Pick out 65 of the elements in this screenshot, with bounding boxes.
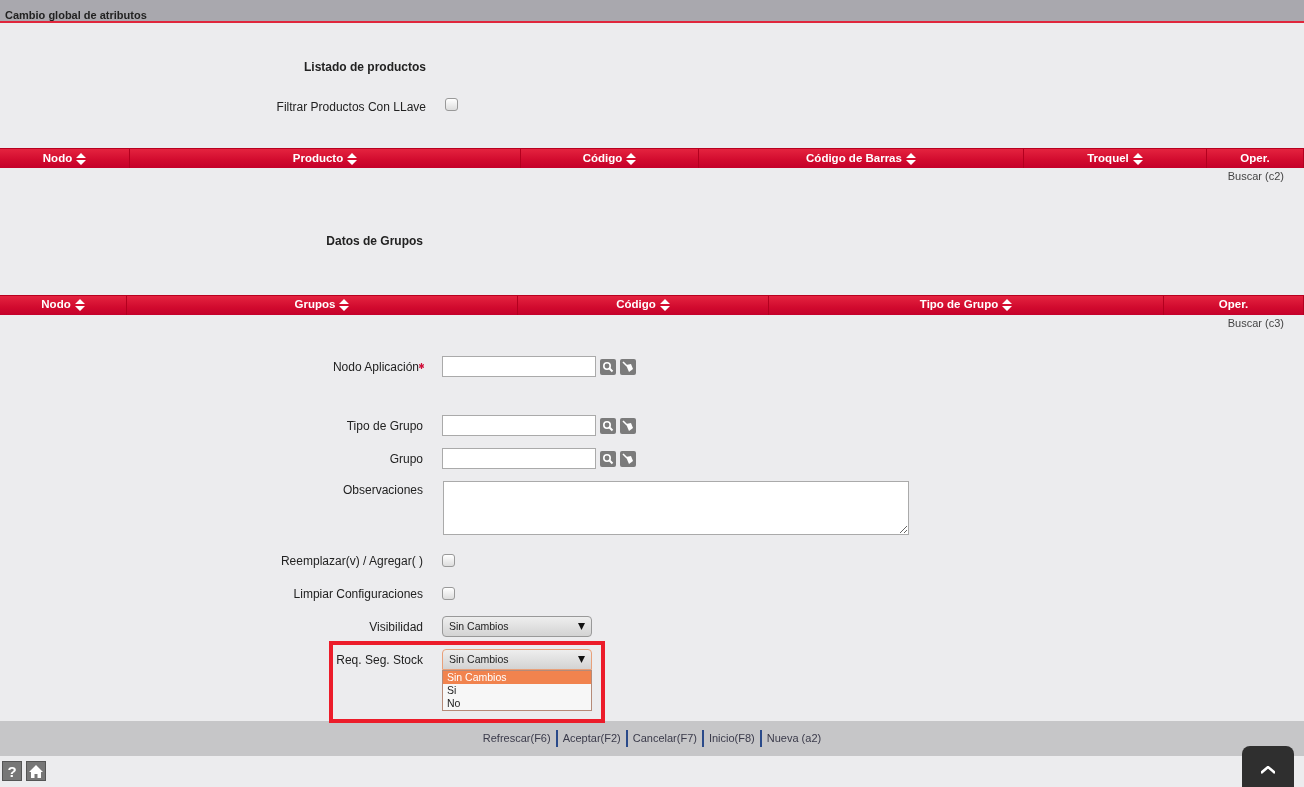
sort-icon[interactable] xyxy=(74,299,85,311)
home-button[interactable] xyxy=(26,761,46,781)
field-label: Grupo xyxy=(389,451,423,466)
column-header[interactable]: Tipo de Grupo xyxy=(919,296,999,314)
field-label: Reemplazar(v) / Agregar( ) xyxy=(280,553,423,568)
action-link[interactable]: Refrescar(F6) xyxy=(477,730,556,747)
help-button[interactable]: ? xyxy=(2,761,22,781)
column-header: Oper. xyxy=(1218,297,1249,313)
column-header[interactable]: Nodo xyxy=(41,296,71,314)
caret-icon xyxy=(578,623,585,630)
column-header[interactable]: Código xyxy=(616,296,656,314)
field-label: Req. Seg. Stock xyxy=(336,652,423,667)
column-header[interactable]: Producto xyxy=(292,149,344,168)
column-header: Oper. xyxy=(1240,150,1270,166)
filter-label: Filtrar Productos Con LLave xyxy=(276,100,426,114)
action-link[interactable]: Nueva (a2) xyxy=(759,730,827,747)
select-value: Sin Cambios xyxy=(449,618,509,634)
search-link[interactable]: Buscar (c3) xyxy=(1227,316,1284,329)
sort-icon[interactable] xyxy=(1002,299,1013,311)
checkbox[interactable] xyxy=(442,554,455,567)
search-icon[interactable] xyxy=(600,417,616,434)
section-heading: Listado de productos xyxy=(304,60,426,74)
search-link[interactable]: Buscar (c2) xyxy=(1227,170,1284,182)
text-field[interactable] xyxy=(442,356,596,377)
column-header[interactable]: Nodo xyxy=(42,149,73,168)
checkbox[interactable] xyxy=(442,587,455,600)
column-header[interactable]: Grupos xyxy=(294,296,336,314)
chevron-up-icon xyxy=(1261,766,1275,774)
text-field[interactable] xyxy=(442,448,596,469)
search-icon[interactable] xyxy=(600,358,616,375)
dropdown-option[interactable]: Si xyxy=(443,684,591,697)
action-link[interactable]: Inicio(F8) xyxy=(701,730,760,747)
column-header[interactable]: Código de Barras xyxy=(806,149,902,168)
scroll-top-button[interactable] xyxy=(1242,746,1294,787)
broom-icon[interactable] xyxy=(620,358,636,375)
broom-icon[interactable] xyxy=(620,450,636,467)
sort-icon[interactable] xyxy=(659,299,670,311)
text-area[interactable] xyxy=(443,481,909,535)
caret-icon xyxy=(578,656,585,663)
sort-icon[interactable] xyxy=(76,152,87,165)
sort-icon[interactable] xyxy=(1132,152,1143,165)
action-link[interactable]: Aceptar(F2) xyxy=(555,730,626,747)
select-dropdown[interactable]: Sin Cambios xyxy=(442,649,592,670)
section-heading: Datos de Grupos xyxy=(326,233,423,248)
select-value: Sin Cambios xyxy=(449,651,509,667)
sort-icon[interactable] xyxy=(339,299,350,311)
broom-icon[interactable] xyxy=(620,417,636,434)
select-dropdown[interactable]: Sin Cambios xyxy=(442,616,592,637)
field-label: Visibilidad xyxy=(369,619,423,634)
dropdown-option[interactable]: No xyxy=(443,697,591,710)
checkbox[interactable] xyxy=(445,98,458,111)
sort-icon[interactable] xyxy=(347,152,358,165)
sort-icon[interactable] xyxy=(626,152,637,165)
sort-icon[interactable] xyxy=(905,152,916,165)
field-label: Tipo de Grupo xyxy=(346,418,423,433)
page-title: Cambio global de atributos xyxy=(5,9,147,21)
field-label: Observaciones xyxy=(342,483,423,497)
field-label: Limpiar Configuraciones xyxy=(293,586,423,601)
home-icon xyxy=(29,764,43,778)
search-icon[interactable] xyxy=(600,450,616,467)
action-link[interactable]: Cancelar(F7) xyxy=(625,730,702,747)
column-header[interactable]: Código xyxy=(582,149,623,168)
text-field[interactable] xyxy=(442,415,596,436)
field-label: Nodo Aplicación xyxy=(332,359,419,374)
column-header[interactable]: Troquel xyxy=(1087,149,1129,168)
